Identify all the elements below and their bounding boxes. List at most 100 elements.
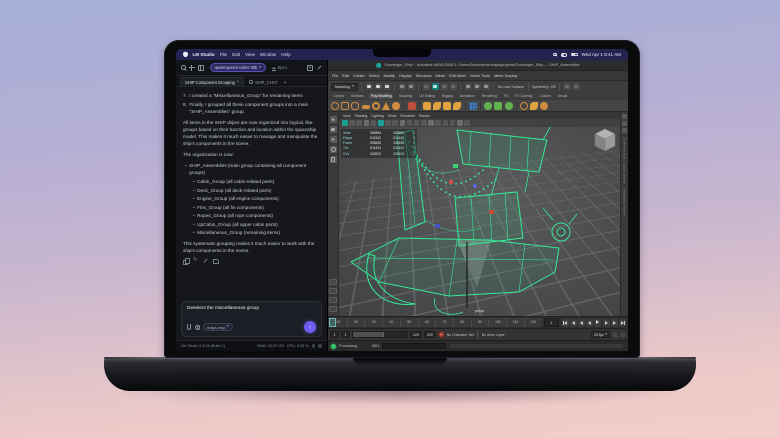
scale-tool-icon[interactable] <box>330 156 337 163</box>
menubar-item-help[interactable]: Help <box>281 52 290 57</box>
layout-single-icon[interactable] <box>329 279 337 285</box>
snap-point-icon[interactable] <box>441 83 448 90</box>
maya-menu-item[interactable]: File <box>332 73 338 78</box>
range-end-outer-field[interactable]: 200 <box>424 331 436 338</box>
mel-input[interactable] <box>382 343 446 350</box>
render-settings-icon[interactable] <box>483 83 490 90</box>
maya-menu-item[interactable]: Mesh Display <box>494 73 517 78</box>
grid-toggle-icon[interactable] <box>457 120 463 126</box>
anim-layer-label[interactable]: No Anim Layer <box>482 333 505 337</box>
go-to-start-icon[interactable] <box>562 319 569 327</box>
range-bar[interactable] <box>352 331 408 338</box>
prev-key-icon[interactable] <box>570 319 577 327</box>
snap-plane-icon[interactable] <box>450 83 457 90</box>
status-dot-icon[interactable] <box>312 344 316 348</box>
screen-ao-icon[interactable] <box>421 120 427 126</box>
eject-button[interactable]: Eject <box>272 65 287 70</box>
tab-ship-chat[interactable]: SHIP_CHAT <box>247 78 279 86</box>
sculpt-icon[interactable] <box>484 102 492 110</box>
close-icon[interactable]: × <box>237 80 240 84</box>
image-plane-icon[interactable] <box>371 120 377 126</box>
tab-ship-component-grouping[interactable]: SHIP Component Grouping × <box>180 77 244 86</box>
boolean-icon[interactable] <box>408 102 416 110</box>
step-forward-icon[interactable] <box>603 319 610 327</box>
range-end-inner-field[interactable]: 120 <box>410 331 422 338</box>
step-back-icon[interactable] <box>578 319 585 327</box>
mcp-pill[interactable]: maya-mcp ▾ <box>203 323 233 331</box>
current-frame-field[interactable]: 1 <box>544 318 559 327</box>
motion-blur-icon[interactable] <box>428 120 434 126</box>
two-panel-icon[interactable] <box>378 120 384 126</box>
new-tab-icon[interactable]: + <box>284 80 287 86</box>
sidebar-tab-modeling-toolkit[interactable]: Modeling Toolkit <box>623 189 627 217</box>
layout-columns-icon[interactable] <box>198 65 204 71</box>
chat-message-area[interactable]: 7. I created a "Miscellaneous_Group" for… <box>176 87 327 298</box>
layer-editor-icon[interactable] <box>622 121 627 126</box>
lock-camera-icon[interactable] <box>349 120 355 126</box>
panel-menu-item[interactable]: Show <box>388 114 397 118</box>
mel-label[interactable]: MEL <box>372 344 380 348</box>
panel-menu-item[interactable]: Panels <box>419 114 430 118</box>
maya-menu-item[interactable]: Select <box>369 73 380 78</box>
attribute-editor-icon[interactable] <box>622 128 627 133</box>
poly-sphere-icon[interactable] <box>331 102 339 110</box>
target-weld-icon[interactable] <box>505 102 513 110</box>
maya-menu-item[interactable]: Modify <box>384 73 395 78</box>
maya-menu-item[interactable]: Mesh <box>436 73 446 78</box>
lasso-tool-icon[interactable] <box>330 126 337 133</box>
camera-attrs-icon[interactable] <box>356 120 362 126</box>
menubar-app-name[interactable]: LM Studio <box>193 52 215 57</box>
layout-persp-outliner-icon[interactable] <box>329 297 337 303</box>
no-live-surface-label[interactable]: No Live Surface <box>498 85 524 89</box>
maya-menu-item[interactable]: Create <box>353 73 365 78</box>
menu-set-dropdown[interactable]: Modeling ▾ <box>331 83 358 91</box>
maya-menu-item[interactable]: Mesh Tools <box>470 73 490 78</box>
attachment-icon[interactable] <box>187 324 191 329</box>
spotlight-icon[interactable] <box>553 53 557 57</box>
separate-icon[interactable] <box>433 102 441 110</box>
multi-cut-icon[interactable] <box>469 102 477 110</box>
copy-icon[interactable] <box>183 258 188 263</box>
maya-titlebar[interactable]: Scavenger_Ship* - Autodesk MAYA 2026.2: … <box>328 60 628 70</box>
curve-tool-icon[interactable] <box>520 102 528 110</box>
edit-icon[interactable] <box>203 258 208 263</box>
anti-alias-icon[interactable] <box>435 120 441 126</box>
panel-menu-item[interactable]: Renderer <box>400 114 415 118</box>
xgen-icon[interactable] <box>564 83 571 90</box>
bevel-icon[interactable] <box>453 102 461 110</box>
channel-box-icon[interactable] <box>622 114 627 119</box>
play-forwards-icon[interactable] <box>594 319 601 327</box>
control-center-icon[interactable] <box>561 53 567 57</box>
send-button[interactable]: ↑ <box>304 321 316 333</box>
prompt-input[interactable]: Deselect the miscellaneous group <box>187 306 316 319</box>
regenerate-icon[interactable]: ↻ <box>193 258 198 263</box>
range-start-inner-field[interactable]: 1 <box>341 331 350 338</box>
lighting-icon[interactable] <box>407 120 413 126</box>
toolbox-icon[interactable] <box>573 83 580 90</box>
view-cube[interactable] <box>594 128 616 152</box>
maya-menu-item[interactable]: Windows <box>416 73 432 78</box>
play-backwards-icon[interactable] <box>586 319 593 327</box>
new-scene-icon[interactable] <box>366 83 373 90</box>
viewport[interactable]: View Shading Lighting Show Renderer <box>339 112 620 316</box>
auto-key-icon[interactable] <box>438 331 445 338</box>
menubar-item-window[interactable]: Window <box>260 52 276 57</box>
delete-icon[interactable] <box>213 258 218 263</box>
save-scene-icon[interactable] <box>384 83 391 90</box>
character-set-label[interactable]: No Character Set <box>447 333 474 337</box>
redo-icon[interactable] <box>408 83 415 90</box>
open-scene-icon[interactable] <box>375 83 382 90</box>
quad-draw-icon[interactable] <box>494 102 502 110</box>
playhead[interactable] <box>329 318 336 327</box>
fps-dropdown[interactable]: 24 fps ▾ <box>591 331 610 338</box>
poly-cylinder-icon[interactable] <box>351 102 359 110</box>
search-icon[interactable] <box>181 65 186 70</box>
time-ruler[interactable]: 10 20 30 40 50 60 <box>329 318 542 327</box>
anim-prefs-icon[interactable] <box>620 332 626 338</box>
select-tool-icon[interactable] <box>330 116 337 123</box>
textured-icon[interactable] <box>400 120 406 126</box>
maya-menu-item[interactable]: Edit Mesh <box>449 73 466 78</box>
go-to-end-icon[interactable] <box>619 319 626 327</box>
combine-icon[interactable] <box>423 102 431 110</box>
shadows-icon[interactable] <box>414 120 420 126</box>
